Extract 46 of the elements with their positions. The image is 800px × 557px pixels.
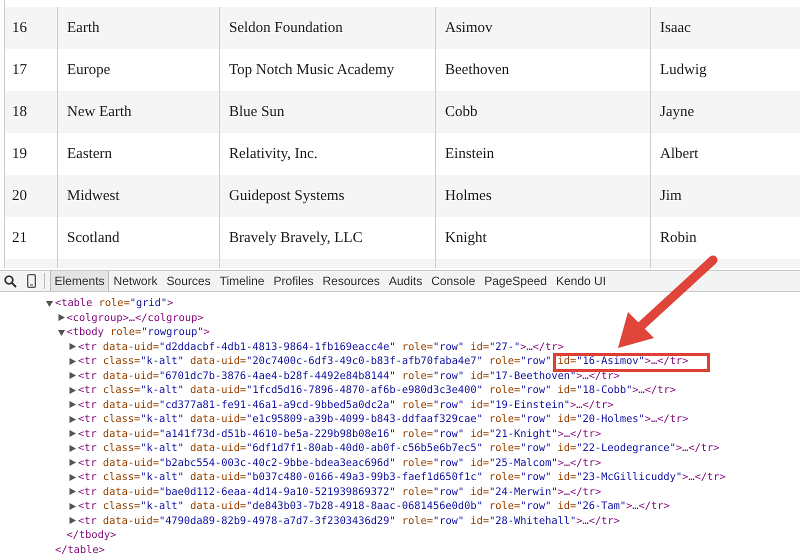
devtools-tab[interactable]: Resources: [318, 271, 384, 291]
code-line[interactable]: <tr class="k-alt" data-uid="1fcd5d16-7896-4870-af6b-e980d3c3e400" role="row" id="18-Cobb">…</tr>: [78, 384, 676, 396]
table-cell: New Earth: [57, 91, 219, 133]
table-cell-text: 16: [11, 18, 28, 38]
devtools-tab[interactable]: Sources: [162, 271, 216, 291]
code-line[interactable]: <tr data-uid="d2ddacbf-4db1-4813-9864-1fb169eacc4e" role="row" id="27-">…</tr>: [78, 340, 564, 353]
table-cell: Asimov: [435, 7, 650, 49]
table-cell: Midwest: [57, 175, 219, 217]
code-line[interactable]: <tr class="k-alt" data-uid="20c7400c-6df3-49c0-b83f-afb70faba4e7" role="row" id="16-Asimov">…</tr>: [78, 355, 688, 368]
code-line[interactable]: <tr class="k-alt" data-uid="de843b03-7b28-4918-8aac-0681456e0d0b" role="row" id="26-Tam">…</tr>: [78, 500, 670, 512]
table-cell: Blue Sun: [219, 91, 435, 133]
table-cell: Jayne: [650, 91, 800, 133]
devtools-tab[interactable]: Elements: [50, 271, 110, 291]
code-line[interactable]: <table role="grid">: [55, 297, 174, 310]
code-line[interactable]: <tbody role="rowgroup">: [66, 326, 210, 338]
code-line[interactable]: <tr data-uid="a141f73d-d51b-4610-be5a-229b98b08e16" role="row" id="21-Knight">…</tr>: [78, 428, 602, 440]
table-cell-text: 21: [11, 228, 28, 248]
table-cell: Isaac: [650, 7, 800, 49]
devtools-tab[interactable]: Timeline: [215, 271, 269, 291]
table-cell-text: 19: [11, 144, 28, 164]
code-line[interactable]: <tr class="k-alt" data-uid="6df1d7f1-80ab-40d0-ab0f-c56b5e6b7ec5" role="row" id="22-Leodegrance">…</tr>: [78, 442, 720, 454]
code-line[interactable]: <tr data-uid="6701dc7b-3876-4ae4-b28f-4492e84b8144" role="row" id="17-Beethoven">…</tr>: [78, 370, 620, 382]
devtools-tab[interactable]: Audits: [384, 271, 427, 291]
table-cell: Guidepost Systems: [219, 175, 435, 217]
code-line[interactable]: </tbody>: [66, 529, 116, 542]
devtools-tab[interactable]: PageSpeed: [480, 271, 552, 291]
devtools-tab[interactable]: Network: [109, 271, 162, 291]
table-cell-text: 17: [11, 60, 28, 80]
devtools-tab[interactable]: Console: [426, 271, 480, 291]
devtools-tab[interactable]: Kendo UI: [551, 271, 611, 291]
table-cell: Jim: [650, 175, 800, 217]
code-line[interactable]: <tr data-uid="cd377a81-fe91-46a1-a9cd-9bbed5a0dc2a" role="row" id="19-Einstein">…</tr>: [78, 398, 614, 411]
table-cell: Seldon Foundation: [219, 7, 435, 49]
code-line[interactable]: <tr data-uid="b2abc554-003c-40c2-9bbe-bdea3eac696d" role="row" id="25-Malcom">…</tr>: [78, 456, 602, 469]
code-line[interactable]: <tr data-uid="4790da89-82b9-4978-a7d7-3f2303436d29" role="row" id="28-Whitehall">…</tr>: [78, 514, 620, 527]
devtools-tab[interactable]: Profiles: [268, 271, 318, 291]
code-line[interactable]: <tr class="k-alt" data-uid="e1c95809-a39b-4099-b843-ddfaaf329cae" role="row" id="20-Holmes">…</tr>: [78, 413, 688, 426]
table-cell-text: 20: [11, 186, 28, 206]
table-cell-text: 18: [11, 102, 28, 122]
code-line[interactable]: <tr class="k-alt" data-uid="b037c480-0166-49a3-99b3-faef1d650f1c" role="row" id="23-McGillicuddy">…</tr>: [78, 471, 726, 484]
table-cell: Earth: [57, 7, 219, 49]
code-line[interactable]: <tr data-uid="bae0d112-6eaa-4d14-9a10-521939869372" role="row" id="24-Merwin">…</tr>: [78, 486, 602, 498]
table-cell: Cobb: [435, 91, 650, 133]
code-line[interactable]: <colgroup>…</colgroup>: [66, 312, 204, 324]
code-line[interactable]: </table>: [55, 544, 105, 556]
table-cell: Holmes: [435, 175, 650, 217]
